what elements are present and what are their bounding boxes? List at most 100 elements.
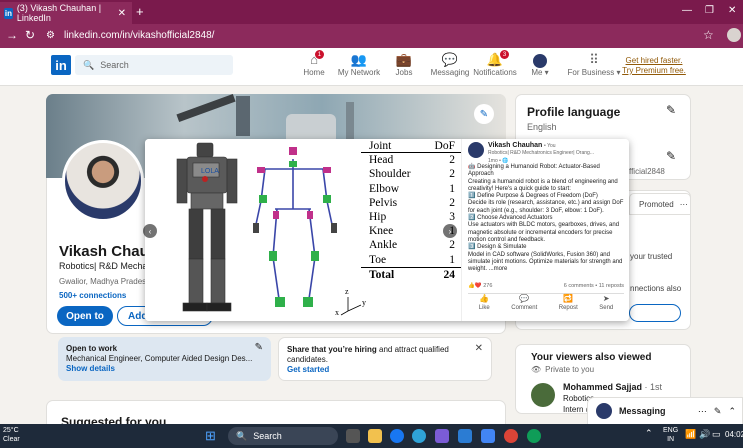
browser-profile-avatar[interactable] — [727, 28, 741, 42]
messaging-bar[interactable]: Messaging ⋯ ✎ ⌃ — [587, 397, 743, 425]
axis-y-label: y — [362, 298, 366, 307]
send-button[interactable]: ➤ Send — [599, 295, 613, 312]
store-icon[interactable] — [435, 429, 449, 443]
previous-image-icon[interactable]: ‹ — [143, 224, 157, 238]
nav-messaging[interactable]: 💬 Messaging — [425, 52, 475, 77]
facebook-icon[interactable] — [390, 429, 404, 443]
table-cell: 2 — [449, 239, 455, 252]
dof-header-dof: DoF — [434, 140, 455, 152]
like-icon: 👍 — [479, 294, 490, 303]
table-cell: Pelvis — [369, 196, 398, 209]
premium-link[interactable]: Get hired faster. Try Premium free. — [622, 56, 686, 76]
profile-language-value: English — [527, 122, 557, 132]
browser-tab[interactable]: in (3) Vikash Chauhan | LinkedIn ✕ — [0, 2, 132, 24]
edge-icon[interactable] — [412, 429, 426, 443]
chrome-icon[interactable] — [504, 429, 518, 443]
edit-url-pencil-icon[interactable]: ✎ — [666, 149, 676, 163]
minimize-icon[interactable]: — — [682, 5, 692, 16]
table-row: Ankle 2 — [361, 238, 461, 252]
comment-button[interactable]: 💬 Comment — [511, 295, 537, 312]
file-explorer-icon[interactable] — [368, 429, 382, 443]
weather-widget[interactable]: 25°C Clear — [3, 426, 20, 444]
more-options-icon[interactable]: ⋯ — [680, 200, 688, 209]
table-cell: Head — [369, 154, 394, 167]
volume-icon[interactable]: 🔊 — [699, 429, 710, 440]
open-to-work-card: Open to work ✎ Mechanical Engineer, Comp… — [58, 337, 271, 381]
more-options-icon[interactable]: ⋯ — [698, 406, 707, 417]
search-input[interactable]: 🔍 Search — [75, 55, 233, 75]
edit-banner-pencil-icon[interactable]: ✎ — [474, 104, 494, 124]
table-cell: Knee — [369, 225, 394, 238]
comments-reposts[interactable]: 6 comments • 11 reposts — [564, 283, 624, 290]
edit-language-pencil-icon[interactable]: ✎ — [666, 103, 676, 117]
profile-photo[interactable] — [62, 140, 144, 222]
tray-chevron-icon[interactable]: ⌃ — [645, 428, 653, 439]
app-icon[interactable] — [458, 429, 472, 443]
weather-temp: 25°C — [3, 427, 19, 434]
linkedin-favicon-icon: in — [4, 7, 13, 19]
show-details-link[interactable]: Show details — [66, 364, 263, 374]
messaging-icon: 💬 — [441, 52, 459, 67]
wifi-icon[interactable]: 📶 — [685, 429, 696, 440]
nav-home[interactable]: ⌂ 1 Home — [289, 50, 339, 77]
reload-icon[interactable]: ↻ — [25, 28, 35, 42]
connections-link[interactable]: 500+ connections — [59, 291, 126, 300]
chrome-profile-icon[interactable] — [527, 429, 541, 443]
repost-label: Repost — [558, 305, 578, 311]
nav-business-label: For Business ▾ — [567, 68, 621, 77]
nav-notifications[interactable]: 🔔 3 Notifications — [470, 50, 520, 77]
chevron-up-icon[interactable]: ⌃ — [728, 406, 736, 417]
viewer-avatar[interactable] — [531, 383, 555, 407]
ad-cta-button[interactable] — [629, 304, 681, 322]
site-info-icon[interactable]: ⚙ — [46, 30, 55, 41]
open-to-button[interactable]: Open to — [57, 306, 113, 326]
messaging-avatar — [596, 403, 612, 419]
repost-button[interactable]: 🔁 Repost — [559, 295, 578, 312]
repost-icon: 🔁 — [563, 294, 574, 303]
nav-me[interactable]: Me ▾ — [515, 52, 565, 77]
url-field[interactable]: linkedin.com/in/vikashofficial2848/ — [64, 30, 214, 41]
language-indicator[interactable]: ENG IN — [663, 426, 678, 444]
post-body: 🤖 Designing a Humanoid Robot: Actuator-B… — [468, 164, 624, 273]
new-tab-button[interactable]: + — [136, 4, 144, 19]
task-view-icon[interactable] — [346, 429, 360, 443]
author-name[interactable]: Vikash Chauhan — [488, 142, 542, 149]
profile-language-title: Profile language — [527, 105, 621, 119]
search-placeholder: Search — [100, 60, 129, 70]
table-total-row: Total 24 — [361, 266, 461, 281]
post-line: Creating a humanoid robot is a blend of … — [468, 178, 618, 192]
post-line: Use actuators with BLDC motors, gearboxe… — [468, 222, 620, 243]
nav-my-network[interactable]: 👥 My Network — [334, 52, 384, 77]
viewer-name[interactable]: Mohammed Sajjad · 1st — [563, 382, 662, 392]
nav-jobs[interactable]: 💼 Jobs — [379, 52, 429, 77]
region-code: IN — [667, 436, 675, 443]
table-row: Hip 3 — [361, 210, 461, 224]
clock-time[interactable]: 04:02 — [725, 430, 743, 439]
window-close-icon[interactable]: ✕ — [728, 5, 736, 16]
reaction-count[interactable]: 👍❤️ 276 — [468, 283, 492, 290]
nav-network-label: My Network — [337, 68, 381, 77]
copilot-icon[interactable] — [481, 429, 495, 443]
windows-start-icon[interactable]: ⊞ — [205, 428, 216, 444]
nav-for-business[interactable]: ⠿ For Business ▾ — [563, 52, 625, 77]
table-cell: Hip — [369, 210, 387, 223]
author-avatar[interactable] — [468, 142, 484, 158]
table-cell: 1 — [449, 182, 455, 195]
close-icon[interactable]: ✕ — [475, 344, 483, 354]
taskbar-search[interactable]: 🔍 Search — [228, 427, 338, 445]
get-started-link[interactable]: Get started — [287, 365, 483, 375]
tab-close-icon[interactable]: ✕ — [118, 8, 126, 19]
bell-icon: 🔔 3 — [487, 50, 510, 68]
next-image-icon[interactable]: › — [443, 224, 457, 238]
like-button[interactable]: 👍 Like — [479, 295, 490, 312]
table-row: Shoulder 2 — [361, 167, 461, 181]
forward-icon[interactable]: → — [6, 28, 18, 42]
compose-icon[interactable]: ✎ — [714, 406, 722, 417]
battery-icon[interactable]: ▭ — [712, 429, 721, 440]
maximize-icon[interactable]: ❐ — [705, 5, 714, 16]
bookmark-star-icon[interactable]: ☆ — [703, 28, 714, 42]
linkedin-logo[interactable]: in — [51, 55, 71, 75]
eye-icon: 👁 — [531, 365, 542, 374]
edit-pencil-icon[interactable]: ✎ — [255, 343, 263, 353]
dof-header-joint: Joint — [369, 140, 392, 152]
